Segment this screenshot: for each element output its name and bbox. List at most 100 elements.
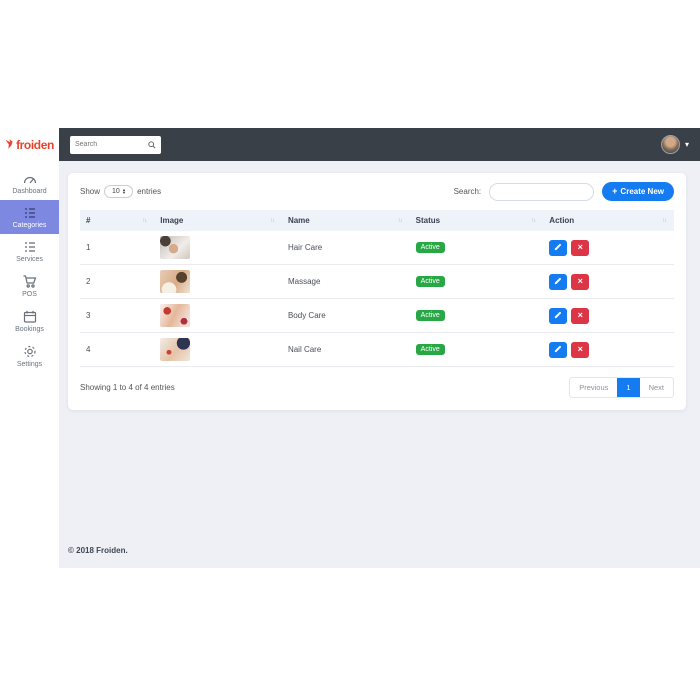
category-image bbox=[160, 270, 191, 293]
column-header-name[interactable]: Name ↑↓ bbox=[281, 210, 410, 231]
row-number: 4 bbox=[80, 332, 155, 367]
status-badge: Active bbox=[415, 310, 445, 321]
categories-table: # ↑↓ Image ↑↓ Name ↑↓ Status ↑↓ Action ↑↓ 1 bbox=[80, 210, 674, 367]
row-number: 1 bbox=[80, 231, 155, 265]
pagination-page-1[interactable]: 1 bbox=[617, 378, 640, 397]
app-body: Dashboard Categories Services POS Bookin… bbox=[0, 161, 700, 568]
sidebar-item-categories[interactable]: Categories bbox=[0, 200, 59, 234]
create-new-label: Create New bbox=[620, 187, 664, 196]
sort-icon: ↑↓ bbox=[397, 217, 403, 224]
page-size-value: 10 bbox=[112, 188, 120, 195]
categories-icon bbox=[24, 208, 35, 218]
table-toolbar: Show 10 ▴ ▾ entries Search: + Create New bbox=[80, 182, 674, 201]
status-badge: Active bbox=[415, 344, 445, 355]
sort-icon: ↑↓ bbox=[531, 217, 536, 224]
app-header: froiden ▾ bbox=[0, 128, 700, 161]
sidebar-item-label: Services bbox=[16, 256, 43, 263]
froiden-bird-icon bbox=[5, 139, 13, 149]
create-new-button[interactable]: + Create New bbox=[602, 182, 674, 201]
edit-button[interactable] bbox=[549, 273, 568, 290]
pagination-next[interactable]: Next bbox=[640, 378, 673, 397]
edit-button[interactable] bbox=[549, 341, 568, 358]
chevron-down-icon: ▾ bbox=[684, 139, 689, 149]
table-row: 1 Hair Care Active × bbox=[80, 231, 674, 265]
topbar-search bbox=[70, 135, 161, 154]
sidebar-item-label: POS bbox=[22, 291, 37, 298]
sidebar-item-label: Settings bbox=[16, 361, 43, 368]
sidebar: Dashboard Categories Services POS Bookin… bbox=[0, 161, 59, 568]
category-name: Nail Care bbox=[281, 332, 410, 367]
row-number: 2 bbox=[80, 264, 155, 299]
table-row: 3 Body Care Active × bbox=[80, 298, 674, 333]
category-image bbox=[160, 338, 191, 361]
edit-button[interactable] bbox=[549, 239, 568, 256]
sidebar-item-label: Dashboard bbox=[12, 188, 47, 195]
sidebar-item-bookings[interactable]: Bookings bbox=[0, 303, 59, 338]
page-size-select[interactable]: 10 ▴ ▾ bbox=[104, 185, 134, 198]
main-content: Show 10 ▴ ▾ entries Search: + Create New… bbox=[59, 161, 700, 568]
pagination-previous[interactable]: Previous bbox=[570, 378, 617, 397]
delete-button[interactable]: × bbox=[571, 239, 590, 256]
column-header-number[interactable]: # ↑↓ bbox=[80, 210, 155, 231]
category-name: Massage bbox=[281, 264, 410, 299]
sidebar-item-dashboard[interactable]: Dashboard bbox=[0, 166, 59, 200]
column-header-image[interactable]: Image ↑↓ bbox=[154, 210, 282, 231]
sort-icon: ↑↓ bbox=[142, 217, 147, 224]
pencil-icon bbox=[554, 243, 562, 252]
select-arrows-icon: ▴ ▾ bbox=[122, 187, 126, 195]
entries-label: entries bbox=[137, 187, 162, 196]
column-header-status[interactable]: Status ↑↓ bbox=[409, 210, 544, 231]
x-icon: × bbox=[577, 310, 583, 320]
status-badge: Active bbox=[415, 276, 445, 287]
column-header-action[interactable]: Action ↑↓ bbox=[543, 210, 674, 231]
table-footer: Showing 1 to 4 of 4 entries Previous 1 N… bbox=[80, 377, 674, 398]
row-number: 3 bbox=[80, 298, 155, 333]
category-image bbox=[160, 304, 191, 327]
copyright-text: © 2018 Froiden. bbox=[68, 546, 128, 555]
show-entries-control: Show 10 ▴ ▾ entries bbox=[80, 185, 161, 198]
pagination: Previous 1 Next bbox=[569, 377, 674, 398]
sidebar-item-label: Bookings bbox=[15, 326, 44, 333]
sort-icon: ↑↓ bbox=[662, 217, 667, 224]
plus-icon: + bbox=[612, 186, 618, 196]
sidebar-item-settings[interactable]: Settings bbox=[0, 338, 59, 373]
delete-button[interactable]: × bbox=[571, 273, 590, 290]
pencil-icon bbox=[554, 345, 562, 354]
brand-name: froiden bbox=[16, 137, 54, 152]
avatar[interactable] bbox=[660, 135, 680, 154]
entries-summary: Showing 1 to 4 of 4 entries bbox=[80, 383, 175, 392]
delete-button[interactable]: × bbox=[571, 341, 590, 358]
category-name: Hair Care bbox=[281, 231, 410, 265]
topbar-search-input[interactable] bbox=[75, 141, 148, 148]
brand-logo[interactable]: froiden bbox=[0, 128, 59, 161]
categories-card: Show 10 ▴ ▾ entries Search: + Create New… bbox=[68, 173, 686, 410]
toolbar-right: Search: + Create New bbox=[454, 182, 674, 201]
topbar: ▾ bbox=[59, 128, 700, 161]
user-menu[interactable]: ▾ bbox=[660, 135, 689, 154]
pencil-icon bbox=[554, 311, 562, 320]
edit-button[interactable] bbox=[549, 307, 568, 324]
search-label: Search: bbox=[453, 187, 482, 196]
dashboard-icon bbox=[23, 176, 36, 184]
app-window: froiden ▾ bbox=[0, 128, 700, 568]
table-row: 2 Massage Active × bbox=[80, 264, 674, 299]
delete-button[interactable]: × bbox=[571, 307, 590, 324]
category-name: Body Care bbox=[281, 298, 410, 333]
bookings-icon bbox=[23, 310, 36, 323]
table-search-input[interactable] bbox=[489, 182, 595, 201]
sort-icon: ↑↓ bbox=[269, 217, 275, 224]
category-image bbox=[160, 236, 191, 259]
sidebar-item-pos[interactable]: POS bbox=[0, 268, 59, 303]
screenshot-canvas: froiden ▾ bbox=[0, 0, 700, 700]
x-icon: × bbox=[577, 344, 583, 354]
show-label: Show bbox=[80, 187, 101, 196]
x-icon: × bbox=[577, 242, 583, 252]
status-badge: Active bbox=[415, 242, 445, 253]
pos-icon bbox=[23, 275, 36, 288]
sidebar-item-label: Categories bbox=[12, 222, 47, 229]
table-row: 4 Nail Care Active × bbox=[80, 332, 674, 367]
pencil-icon bbox=[554, 277, 562, 286]
services-icon bbox=[24, 242, 35, 252]
sidebar-item-services[interactable]: Services bbox=[0, 234, 59, 268]
